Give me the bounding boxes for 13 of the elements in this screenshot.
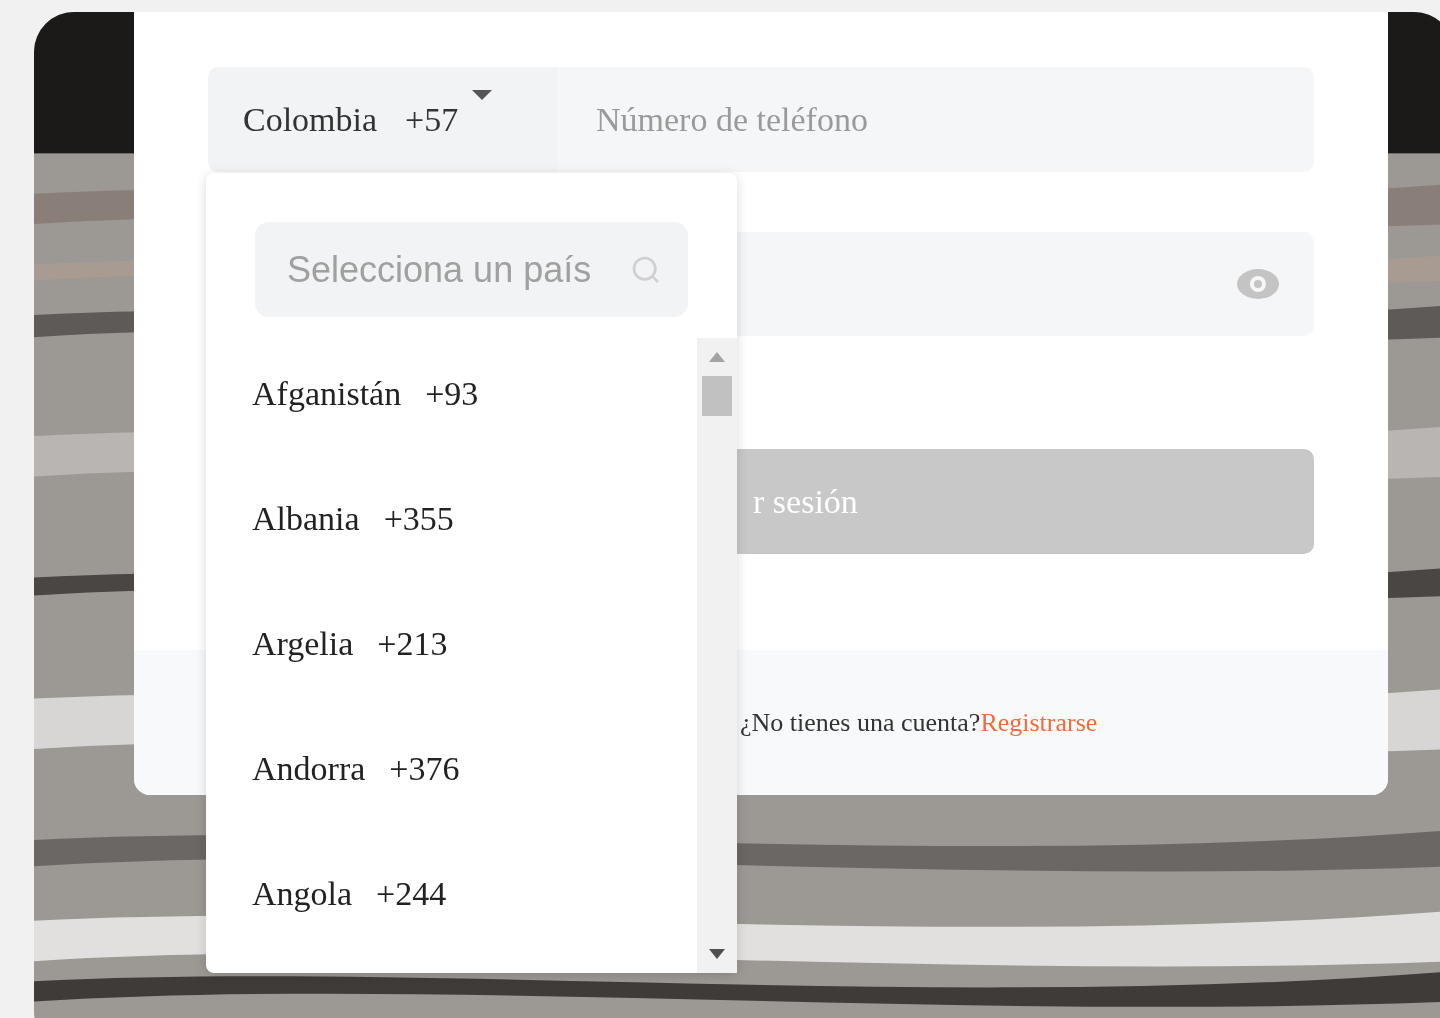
phone-input[interactable]: Número de teléfono (558, 67, 1314, 172)
scroll-thumb[interactable] (702, 376, 732, 416)
country-search-field[interactable]: Selecciona un país (255, 222, 688, 317)
scroll-up-icon[interactable] (709, 352, 725, 362)
country-option[interactable]: Angola +244 (206, 838, 697, 963)
country-select[interactable]: Colombia +57 (208, 67, 558, 172)
country-option[interactable]: Andorra +376 (206, 713, 697, 838)
scrollbar[interactable] (697, 338, 737, 973)
scroll-down-icon[interactable] (709, 949, 725, 959)
caret-icon (472, 90, 493, 102)
eye-icon[interactable] (1236, 268, 1280, 300)
signup-prompt: ¿No tienes una cuenta? (740, 707, 981, 739)
country-option[interactable]: Argelia +213 (206, 588, 697, 713)
